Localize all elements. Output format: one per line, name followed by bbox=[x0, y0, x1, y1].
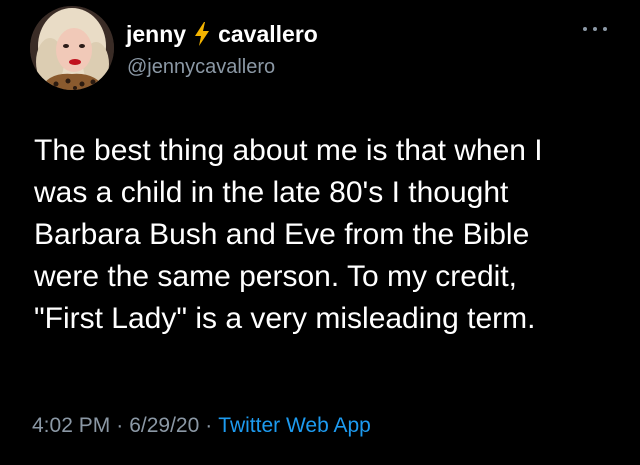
display-name-last: cavallero bbox=[218, 21, 318, 47]
tweet-text: The best thing about me is that when I w… bbox=[34, 130, 624, 340]
display-name-first: jenny bbox=[126, 21, 187, 47]
more-dot bbox=[593, 27, 597, 31]
tweet-text-line: "First Lady" is a very misleading term. bbox=[34, 302, 536, 335]
tweet-card: jenny cavallero @jennycavallero The best… bbox=[0, 0, 640, 465]
more-options-icon[interactable] bbox=[583, 24, 607, 34]
avatar-photo bbox=[30, 6, 114, 90]
tweet-text-line: were the same person. To my credit, bbox=[34, 260, 517, 293]
more-dot bbox=[603, 27, 607, 31]
meta-separator: · bbox=[205, 414, 213, 437]
lightning-bolt-icon bbox=[192, 21, 212, 47]
user-handle[interactable]: @jennycavallero bbox=[127, 54, 275, 80]
avatar[interactable] bbox=[30, 6, 114, 90]
tweet-meta: 4:02 PM · 6/29/20 · Twitter Web App bbox=[32, 413, 371, 439]
tweet-text-line: Barbara Bush and Eve from the Bible bbox=[34, 218, 530, 251]
display-name[interactable]: jenny cavallero bbox=[126, 20, 318, 48]
tweet-time[interactable]: 4:02 PM bbox=[32, 414, 110, 437]
tweet-text-line: The best thing about me is that when I bbox=[34, 134, 543, 167]
tweet-source-link[interactable]: Twitter Web App bbox=[218, 414, 371, 437]
tweet-date[interactable]: 6/29/20 bbox=[129, 414, 199, 437]
tweet-text-line: was a child in the late 80's I thought bbox=[34, 176, 509, 209]
meta-separator: · bbox=[116, 414, 124, 437]
more-dot bbox=[583, 27, 587, 31]
